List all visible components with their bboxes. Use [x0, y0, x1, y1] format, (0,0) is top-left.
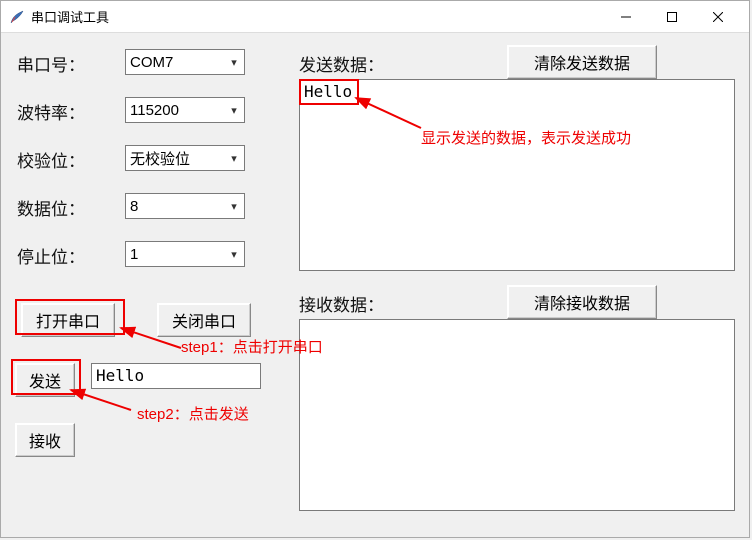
annotation-step2: step2：点击发送	[137, 403, 249, 424]
label-parity: 校验位：	[17, 147, 85, 172]
combo-databits-value: 8	[126, 198, 224, 215]
label-stopbits: 停止位：	[17, 243, 85, 268]
combo-stopbits[interactable]: 1 ▾	[125, 241, 245, 267]
open-port-button[interactable]: 打开串口	[21, 303, 115, 337]
chevron-down-icon: ▾	[224, 248, 244, 261]
combo-databits[interactable]: 8 ▾	[125, 193, 245, 219]
chevron-down-icon: ▾	[224, 152, 244, 165]
label-send-data: 发送数据：	[299, 51, 384, 76]
label-recv-data: 接收数据：	[299, 291, 384, 316]
clear-recv-button[interactable]: 清除接收数据	[507, 285, 657, 319]
chevron-down-icon: ▾	[224, 200, 244, 213]
close-button[interactable]	[695, 2, 741, 32]
app-icon	[9, 9, 25, 25]
minimize-button[interactable]	[603, 2, 649, 32]
combo-parity-value: 无校验位	[126, 148, 224, 169]
titlebar: 串口调试工具	[1, 1, 749, 33]
close-port-button[interactable]: 关闭串口	[157, 303, 251, 337]
send-textarea[interactable]: Hello	[299, 79, 735, 271]
chevron-down-icon: ▾	[224, 56, 244, 69]
send-button[interactable]: 发送	[15, 363, 75, 397]
label-baud: 波特率：	[17, 99, 85, 124]
combo-stopbits-value: 1	[126, 246, 224, 263]
combo-port[interactable]: COM7 ▾	[125, 49, 245, 75]
combo-baud[interactable]: 115200 ▾	[125, 97, 245, 123]
chevron-down-icon: ▾	[224, 104, 244, 117]
recv-button[interactable]: 接收	[15, 423, 75, 457]
label-databits: 数据位：	[17, 195, 85, 220]
window-title: 串口调试工具	[31, 7, 603, 26]
content-area: 串口号： 波特率： 校验位： 数据位： 停止位： COM7 ▾ 115200 ▾…	[1, 33, 749, 537]
recv-textarea[interactable]	[299, 319, 735, 511]
maximize-button[interactable]	[649, 2, 695, 32]
label-port: 串口号：	[17, 51, 85, 76]
combo-baud-value: 115200	[126, 102, 224, 119]
combo-port-value: COM7	[126, 54, 224, 71]
app-window: 串口调试工具 串口号： 波特率： 校验位： 数据位： 停止位： COM7 ▾ 1…	[0, 0, 750, 538]
combo-parity[interactable]: 无校验位 ▾	[125, 145, 245, 171]
send-input[interactable]: Hello	[91, 363, 261, 389]
clear-send-button[interactable]: 清除发送数据	[507, 45, 657, 79]
